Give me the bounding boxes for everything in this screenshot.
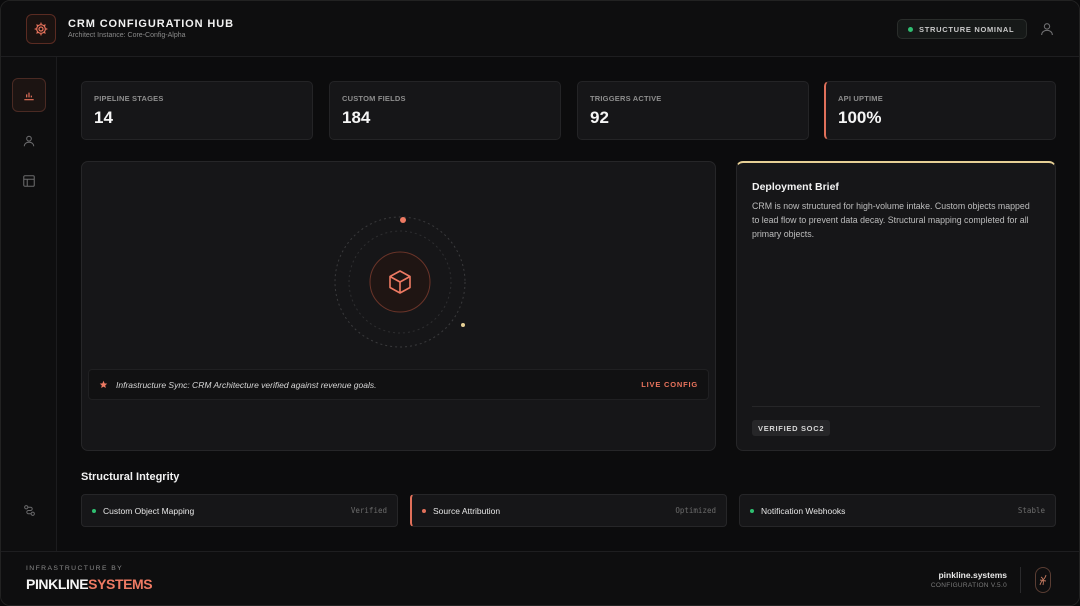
app-title: CRM CONFIGURATION HUB xyxy=(68,18,234,30)
app-window: CRM CONFIGURATION HUB Architect Instance… xyxy=(0,0,1080,606)
brief-text: CRM is now structured for high-volume in… xyxy=(752,201,1030,239)
route-icon xyxy=(23,504,35,516)
deployment-brief-card: Deployment Brief CRM is now structured f… xyxy=(736,161,1056,451)
sidebar-item-layout[interactable] xyxy=(12,164,46,198)
footer-brand-logo: PINKLINESYSTEMS xyxy=(26,576,153,592)
user-profile-icon[interactable] xyxy=(1039,21,1055,37)
footer-divider xyxy=(1020,567,1021,593)
kpi-value: 100% xyxy=(838,108,882,127)
verification-badge: VERIFIED SOC2 xyxy=(752,420,831,436)
kpi-value: 184 xyxy=(342,108,371,127)
top-header: CRM CONFIGURATION HUB Architect Instance… xyxy=(1,1,1079,57)
footer-version: CONFIGURATION V.5.0 xyxy=(930,582,1007,589)
sidebar-item-routes[interactable] xyxy=(12,493,46,527)
integrity-item-status: Stable xyxy=(1017,506,1045,515)
status-dot-icon xyxy=(92,508,96,513)
brand-seal-icon xyxy=(1035,567,1051,593)
status-dot-icon xyxy=(908,26,913,32)
orbit-node-dot xyxy=(400,217,406,223)
kpi-label: TRIGGERS ACTIVE xyxy=(590,94,662,103)
bar-chart-icon xyxy=(24,92,34,101)
integrity-item-custom-object-mapping[interactable]: Custom Object Mapping Verified xyxy=(81,494,398,527)
integrity-item-status: Verified xyxy=(350,506,387,515)
integrity-item-notification-webhooks[interactable]: Notification Webhooks Stable xyxy=(739,494,1056,527)
user-icon xyxy=(23,135,35,147)
kpi-card-triggers-active: TRIGGERS ACTIVE 92 xyxy=(577,81,809,140)
infrastructure-visual-panel: Infrastructure Sync: CRM Architecture ve… xyxy=(81,161,716,451)
app-subtitle: Architect Instance: Core-Config-Alpha xyxy=(68,32,186,39)
brief-title: Deployment Brief xyxy=(752,181,839,193)
integrity-item-status: Optimized xyxy=(675,506,716,515)
brief-divider xyxy=(752,406,1040,407)
kpi-value: 92 xyxy=(590,108,609,127)
gear-icon xyxy=(34,22,48,36)
kpi-value: 14 xyxy=(94,108,113,127)
layout-icon xyxy=(23,175,35,187)
sync-status-bar: Infrastructure Sync: CRM Architecture ve… xyxy=(88,369,709,400)
sidebar-item-users[interactable] xyxy=(12,124,46,158)
status-dot-icon xyxy=(422,508,426,513)
brand-part-1: PINKLINE xyxy=(26,576,89,592)
integrity-item-name: Custom Object Mapping xyxy=(103,505,195,516)
star-icon xyxy=(99,380,108,388)
kpi-label: PIPELINE STAGES xyxy=(94,94,164,103)
integrity-item-name: Notification Webhooks xyxy=(761,505,846,516)
kpi-card-custom-fields: CUSTOM FIELDS 184 xyxy=(329,81,561,140)
kpi-card-pipeline-stages: PIPELINE STAGES 14 xyxy=(81,81,313,140)
status-dot-icon xyxy=(750,508,754,513)
footer: INFRASTRUCTURE BY PINKLINESYSTEMS pinkli… xyxy=(1,551,1079,605)
orbit-diagram xyxy=(334,216,466,348)
section-title-integrity: Structural Integrity xyxy=(81,471,180,483)
footer-by-label: INFRASTRUCTURE BY xyxy=(26,565,124,572)
sync-message: Infrastructure Sync: CRM Architecture ve… xyxy=(116,379,377,390)
kpi-label: CUSTOM FIELDS xyxy=(342,94,406,103)
orbit-node-dot xyxy=(461,323,465,327)
sidebar-item-analytics[interactable] xyxy=(12,78,46,112)
kpi-label: API UPTIME xyxy=(838,94,883,103)
integrity-item-name: Source Attribution xyxy=(433,505,501,516)
status-badge: STRUCTURE NOMINAL xyxy=(897,19,1027,39)
status-text: STRUCTURE NOMINAL xyxy=(919,24,1015,34)
integrity-item-source-attribution[interactable]: Source Attribution Optimized xyxy=(410,494,727,527)
brand-part-2: SYSTEMS xyxy=(88,576,153,592)
settings-gear-logo[interactable] xyxy=(26,14,56,44)
footer-domain-link[interactable]: pinkline.systems xyxy=(938,570,1007,580)
live-config-link[interactable]: LIVE CONFIG xyxy=(641,380,698,389)
sidebar xyxy=(1,57,57,551)
kpi-card-api-uptime: API UPTIME 100% xyxy=(824,81,1056,140)
